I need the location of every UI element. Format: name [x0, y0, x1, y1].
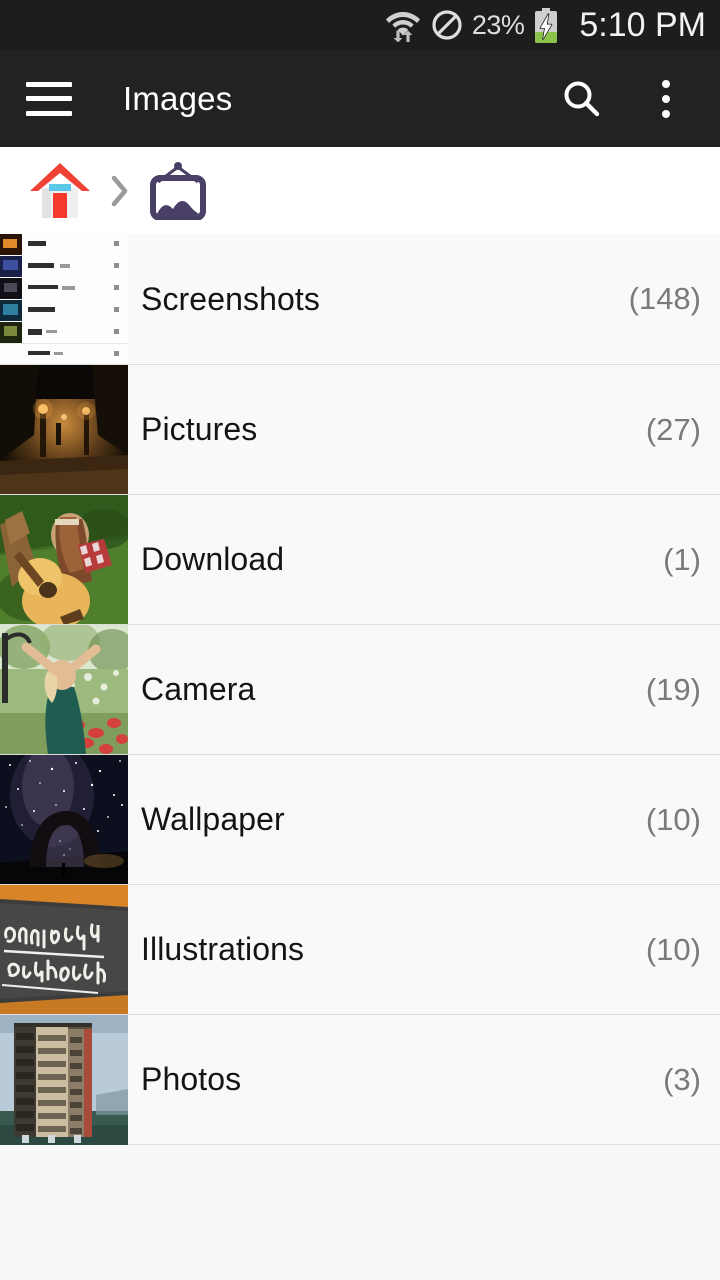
home-icon: [30, 162, 90, 218]
folder-name: Pictures: [141, 411, 258, 447]
status-icons: 23% 5:10 PM: [384, 6, 706, 45]
page-title: Images: [123, 79, 233, 117]
chalkboard-learning-thumbnail: [0, 885, 128, 1015]
folder-count: (1): [663, 541, 701, 577]
app-screen: 23% 5:10 PM Images Screenshots (148) Pic…: [0, 0, 720, 1280]
folder-name: Download: [141, 541, 285, 577]
search-icon[interactable]: [554, 71, 610, 127]
breadcrumb: [0, 147, 720, 234]
clock-label: 5:10 PM: [579, 5, 706, 44]
images-crumb[interactable]: [147, 161, 209, 220]
battery-charging-icon: [533, 8, 559, 43]
list-item-body: Camera (19): [128, 625, 720, 754]
more-options-icon[interactable]: [638, 71, 694, 127]
picture-frame-icon: [150, 161, 206, 220]
screenshot-list-thumbnail: [0, 234, 128, 364]
folder-count: (27): [645, 411, 701, 447]
status-bar: 23% 5:10 PM: [0, 0, 720, 50]
hamburger-menu-icon[interactable]: [26, 81, 72, 116]
folder-list: Screenshots (148) Pictures (27) Download…: [0, 234, 720, 1145]
folder-name: Wallpaper: [141, 801, 285, 837]
night-street-thumbnail: [0, 365, 128, 495]
folder-name: Camera: [141, 671, 256, 707]
folder-count: (10): [645, 931, 701, 967]
folder-count: (3): [663, 1061, 701, 1097]
battery-percent-label: 23%: [471, 9, 525, 40]
list-item-body: Photos (3): [128, 1015, 720, 1144]
woman-in-flower-field-thumbnail: [0, 625, 128, 755]
milky-way-arch-thumbnail: [0, 755, 128, 885]
list-item[interactable]: Screenshots (148): [0, 234, 720, 364]
list-item[interactable]: Download (1): [0, 494, 720, 625]
guitar-girl-thumbnail: [0, 495, 128, 625]
list-item-body: Download (1): [128, 495, 720, 624]
apartment-building-thumbnail: [0, 1015, 128, 1145]
app-bar: Images: [0, 50, 720, 147]
chevron-right-icon: [111, 175, 128, 206]
list-item-body: Screenshots (148): [128, 234, 720, 364]
list-item[interactable]: Wallpaper (10): [0, 754, 720, 885]
folder-count: (148): [628, 281, 701, 316]
folder-name: Photos: [141, 1061, 242, 1097]
list-item[interactable]: Camera (19): [0, 624, 720, 755]
wifi-with-data-arrows-icon: [384, 8, 422, 42]
folder-count: (10): [645, 801, 701, 837]
folder-count: (19): [645, 671, 701, 707]
folder-name: Illustrations: [141, 931, 305, 967]
list-item[interactable]: Photos (3): [0, 1014, 720, 1145]
list-item[interactable]: Illustrations (10): [0, 884, 720, 1015]
folder-name: Screenshots: [141, 280, 320, 317]
list-item-body: Wallpaper (10): [128, 755, 720, 884]
list-item[interactable]: Pictures (27): [0, 364, 720, 495]
home-crumb[interactable]: [28, 160, 147, 222]
list-item-body: Pictures (27): [128, 365, 720, 494]
list-item-body: Illustrations (10): [128, 885, 720, 1014]
do-not-disturb-icon: [432, 10, 462, 40]
